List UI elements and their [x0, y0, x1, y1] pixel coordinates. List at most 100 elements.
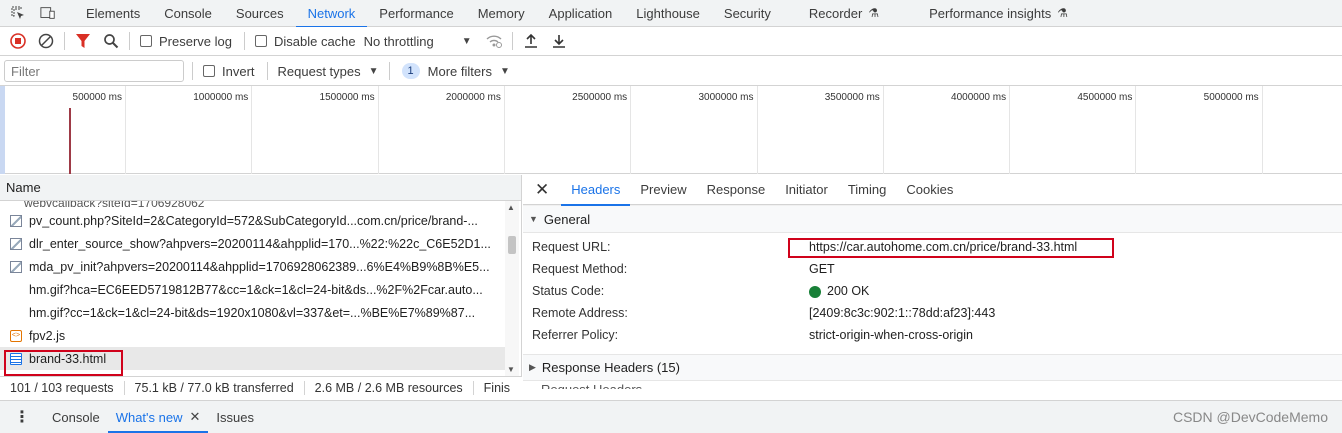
- tab-console[interactable]: Console: [152, 0, 224, 27]
- more-filters-dropdown[interactable]: 1 More filters ▼: [401, 63, 510, 79]
- divider: [129, 32, 130, 50]
- tab-initiator[interactable]: Initiator: [775, 175, 838, 205]
- general-section-header[interactable]: ▼ General: [523, 206, 1342, 233]
- clear-icon[interactable]: [32, 27, 60, 55]
- request-row[interactable]: pv_count.php?SiteId=2&CategoryId=572&Sub…: [0, 209, 505, 232]
- timeline-tick-label: 2000000 ms: [445, 92, 501, 103]
- request-row[interactable]: dlr_enter_source_show?ahpvers=20200114&a…: [0, 232, 505, 255]
- overview-window-handle[interactable]: [0, 86, 5, 174]
- divider: [511, 32, 513, 50]
- checkbox-label: Invert: [222, 63, 255, 79]
- request-row[interactable]: mda_pv_init?ahpvers=20200114&ahpplid=170…: [0, 255, 505, 278]
- tab-label: Preview: [640, 182, 687, 197]
- tab-label: Lighthouse: [636, 5, 700, 21]
- close-details-icon[interactable]: ✕: [523, 175, 561, 205]
- chevron-down-icon: ▼: [368, 65, 379, 77]
- tab-label: Sources: [235, 5, 284, 21]
- timeline-gridline: [125, 86, 126, 174]
- scroll-up-icon[interactable]: ▲: [507, 203, 515, 212]
- export-har-icon[interactable]: [545, 27, 573, 55]
- flask-icon: ⚗: [1057, 6, 1068, 20]
- image-icon: [10, 214, 22, 227]
- record-button[interactable]: [4, 27, 32, 55]
- header-row: Remote Address: [2409:8c3c:902:1::78dd:af…: [523, 302, 1342, 324]
- header-key: Request URL:: [532, 240, 611, 254]
- drawer-tab-issues[interactable]: Issues: [208, 401, 262, 433]
- throttling-dropdown[interactable]: No throttling ▼: [364, 34, 472, 49]
- dropdown-label: Request types: [277, 63, 361, 79]
- tab-recorder[interactable]: Recorder ⚗: [797, 0, 891, 27]
- network-conditions-icon[interactable]: [480, 27, 508, 55]
- drawer-tab-whats-new[interactable]: What's new ✕: [107, 401, 209, 433]
- filter-bar: Filter Invert Request types ▼ 1 More filte…: [0, 57, 1342, 86]
- tab-label: Memory: [477, 5, 525, 21]
- divider: [192, 62, 193, 80]
- timeline-tick-label: 1500000 ms: [319, 92, 375, 103]
- header-value[interactable]: strict-origin-when-cross-origin: [809, 328, 973, 342]
- response-headers-section-header[interactable]: ▶ Response Headers (15): [523, 354, 1342, 381]
- request-name: pv_count.php?SiteId=2&CategoryId=572&Sub…: [29, 213, 478, 228]
- tab-label: Cookies: [906, 182, 954, 197]
- checkbox-box[interactable]: [203, 65, 215, 77]
- finish-time: Finis: [483, 380, 511, 395]
- tab-headers[interactable]: Headers: [561, 175, 631, 206]
- checkbox-box[interactable]: [140, 35, 152, 47]
- tab-label: Timing: [847, 182, 887, 197]
- request-list-scrollbar[interactable]: ▲ ▼: [505, 201, 519, 376]
- tab-timing[interactable]: Timing: [838, 175, 897, 205]
- tab-elements[interactable]: Elements: [74, 0, 152, 27]
- inspect-element-icon[interactable]: [10, 5, 26, 21]
- filter-icon[interactable]: [69, 27, 97, 55]
- drawer-tab-bar: ⋮ Console What's new ✕ Issues: [0, 400, 1342, 433]
- highlight-box: [788, 238, 1114, 258]
- collapsed-triangle-icon: ▶: [529, 362, 536, 372]
- timeline-gridline: [377, 86, 379, 174]
- tab-network[interactable]: Network: [295, 0, 368, 28]
- tab-security[interactable]: Security: [712, 0, 783, 27]
- import-har-icon[interactable]: [517, 27, 545, 55]
- checkbox-label: Preserve log: [159, 33, 232, 49]
- tab-cookies[interactable]: Cookies: [896, 175, 963, 205]
- network-overview-timeline[interactable]: 500000 ms 1000000 ms 1500000 ms 2000000 ms 2…: [0, 86, 1342, 174]
- checkbox-box[interactable]: [254, 35, 267, 47]
- timeline-tick-label: 4500000 ms: [1077, 92, 1133, 103]
- device-toolbar-icon[interactable]: [40, 5, 56, 21]
- tab-performance[interactable]: Performance: [367, 0, 465, 27]
- timeline-gridline: [756, 86, 758, 174]
- close-icon[interactable]: ✕: [190, 409, 201, 425]
- filter-input[interactable]: Filter: [4, 60, 184, 82]
- drawer-tab-console[interactable]: Console: [44, 401, 108, 433]
- tab-sources[interactable]: Sources: [224, 0, 296, 27]
- tab-lighthouse[interactable]: Lighthouse: [624, 0, 712, 27]
- divider: [64, 32, 65, 50]
- disable-cache-checkbox[interactable]: Disable cache: [254, 34, 356, 49]
- tab-memory[interactable]: Memory: [466, 0, 537, 27]
- request-row[interactable]: hm.gif?cc=1&ck=1&cl=24-bit&ds=1920x1080&…: [0, 301, 505, 324]
- search-icon[interactable]: [97, 27, 125, 55]
- request-row[interactable]: <> fpv2.js: [0, 324, 505, 347]
- timeline-tick-label: 3500000 ms: [824, 92, 880, 103]
- name-column-header[interactable]: Name: [0, 175, 521, 201]
- request-row[interactable]: hm.gif?hca=EC6EED5719812B77&cc=1&ck=1&cl…: [0, 278, 505, 301]
- header-value[interactable]: GET: [809, 262, 835, 276]
- timeline-gridline: [1261, 86, 1263, 174]
- request-name: hm.gif?hca=EC6EED5719812B77&cc=1&ck=1&cl…: [29, 282, 483, 297]
- header-value[interactable]: 200 OK: [809, 284, 869, 298]
- chevron-down-icon: ▼: [499, 65, 510, 77]
- scrollbar-thumb[interactable]: [508, 236, 516, 254]
- scroll-down-icon[interactable]: ▼: [507, 365, 515, 374]
- preserve-log-checkbox[interactable]: Preserve log: [140, 34, 232, 49]
- divider: [243, 32, 245, 50]
- tab-response[interactable]: Response: [697, 175, 776, 205]
- request-types-dropdown[interactable]: Request types ▼: [278, 64, 379, 79]
- invert-checkbox[interactable]: Invert: [203, 64, 255, 79]
- drawer-menu-icon[interactable]: ⋮: [0, 401, 44, 433]
- tab-performance-insights[interactable]: Performance insights ⚗: [917, 0, 1080, 27]
- tab-application[interactable]: Application: [537, 0, 625, 27]
- timeline-gridline: [1135, 86, 1137, 174]
- blank-icon: [10, 284, 22, 296]
- tab-preview[interactable]: Preview: [630, 175, 696, 205]
- header-value[interactable]: [2409:8c3c:902:1::78dd:af23]:443: [809, 306, 995, 320]
- timeline-gridline: [630, 86, 632, 174]
- script-icon: <>: [10, 329, 22, 342]
